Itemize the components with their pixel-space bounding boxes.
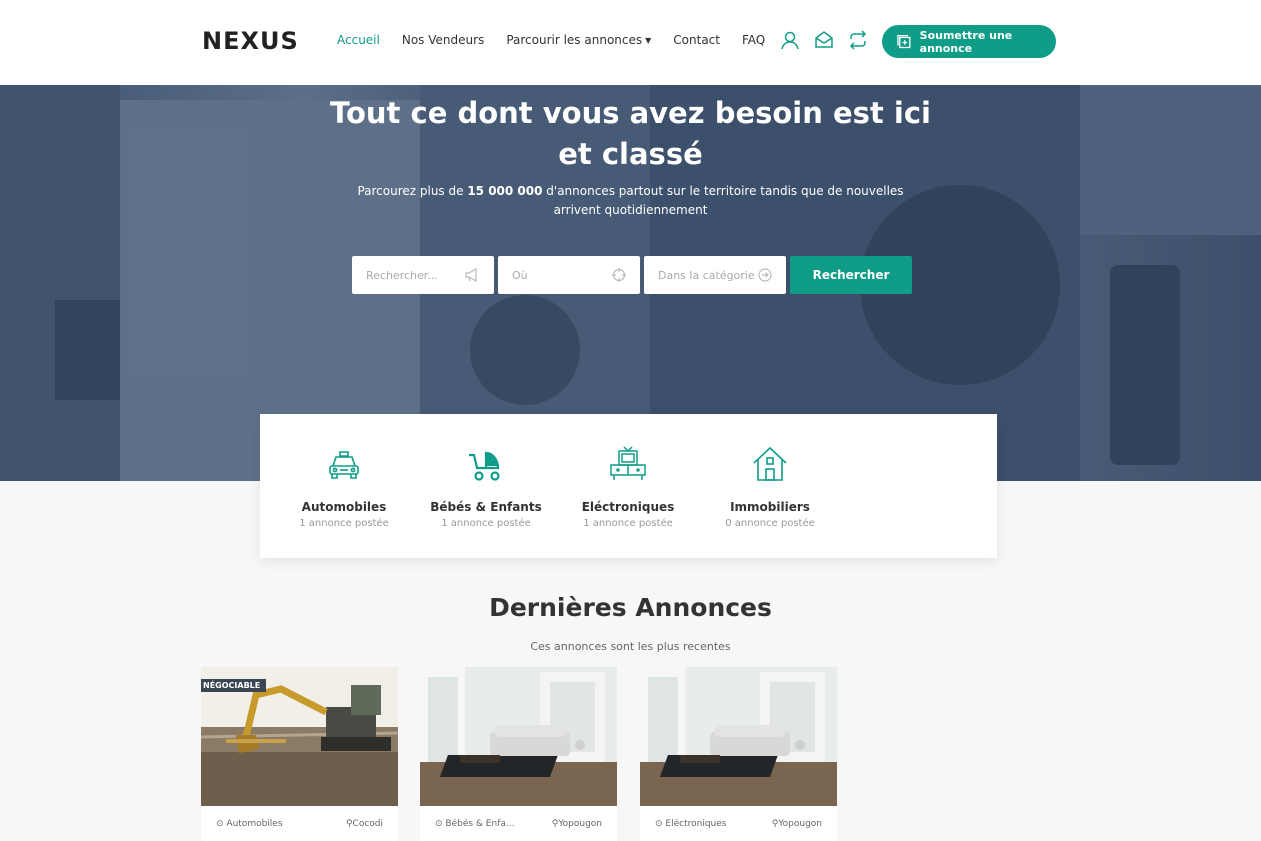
listing-location-label: Yopougon: [778, 819, 822, 829]
hero-subtitle-count: 15 000 000: [467, 184, 543, 198]
category-count: 1 annonce postée: [299, 518, 389, 529]
category-name: Immobiliers: [730, 500, 810, 514]
latest-subtitle: Ces annonces sont les plus recentes: [530, 640, 731, 653]
nav-item-parcourir[interactable]: Parcourir les annonces ▼: [506, 33, 651, 47]
location-placeholder: Où: [512, 268, 528, 282]
listing-category[interactable]: ⊙ Eléctroniques: [655, 819, 726, 829]
listing-category-label: Eléctroniques: [665, 819, 727, 829]
listing-location-label: Yopougon: [558, 819, 602, 829]
category-bebes-enfants[interactable]: Bébés & Enfants 1 annonce postée: [416, 444, 556, 529]
submit-listing-button[interactable]: Soumettre une annonce: [882, 25, 1056, 58]
arrow-circle-icon: ⊙: [655, 819, 663, 829]
listing-card[interactable]: ⊙ Bébés & Enfa... ⚲Yopougon: [420, 667, 617, 841]
header-icons: [780, 30, 868, 50]
listing-location: ⚲Yopougon: [772, 819, 822, 829]
exchange-icon[interactable]: [848, 30, 868, 50]
user-icon[interactable]: [780, 30, 800, 50]
category-name: Bébés & Enfants: [430, 500, 542, 514]
category-panel: Automobiles 1 annonce postée Bébés & Enf…: [260, 414, 997, 558]
stroller-icon: [469, 451, 500, 481]
listing-image-living-room[interactable]: [420, 667, 617, 806]
listing-category[interactable]: ⊙ Automobiles: [216, 819, 283, 829]
listing-card[interactable]: NÉGOCIABLE ⊙ Automobiles ⚲Cocodi: [201, 667, 398, 841]
listing-category-label: Bébés & Enfa...: [445, 819, 515, 829]
submit-listing-label: Soumettre une annonce: [919, 28, 1013, 55]
nav-item-accueil[interactable]: Accueil: [337, 33, 380, 47]
category-immobiliers[interactable]: Immobiliers 0 annonce postée: [700, 444, 840, 529]
car-icon: [329, 451, 359, 479]
nav-item-vendeurs[interactable]: Nos Vendeurs: [402, 33, 484, 47]
arrow-circle-icon: [758, 268, 772, 282]
megaphone-icon: [465, 268, 477, 282]
category-name: Automobiles: [301, 500, 387, 514]
main-nav: Accueil Nos Vendeurs Parcourir les annon…: [337, 33, 765, 47]
listing-meta: ⊙ Eléctroniques ⚲Yopougon: [640, 806, 837, 829]
hero-subtitle-suffix: d'annonces partout sur le territoire tan…: [542, 184, 904, 217]
header: NEXUS Accueil Nos Vendeurs Parcourir les…: [0, 0, 1261, 85]
keyword-placeholder: Rechercher...: [366, 268, 438, 282]
arrow-circle-icon: ⊙: [216, 819, 224, 829]
category-automobiles[interactable]: Automobiles 1 annonce postée: [274, 444, 414, 529]
nav-item-faq[interactable]: FAQ: [742, 33, 765, 47]
nav-item-contact[interactable]: Contact: [673, 33, 720, 47]
hero-title: Tout ce dont vous avez besoin est ici et …: [0, 93, 1261, 175]
latest-title: Dernières Annonces: [489, 593, 772, 622]
hero-title-line2: et classé: [558, 137, 703, 171]
listing-image-excavator[interactable]: NÉGOCIABLE: [201, 667, 398, 806]
category-count: 1 annonce postée: [583, 518, 673, 529]
hero-subtitle-prefix: Parcourez plus de: [357, 184, 468, 198]
logo[interactable]: NEXUS: [202, 27, 299, 55]
negotiable-badge: NÉGOCIABLE: [201, 679, 267, 692]
nav-item-parcourir-label: Parcourir les annonces: [506, 33, 643, 47]
listing-location-label: Cocodi: [352, 819, 383, 829]
arrow-circle-icon: ⊙: [435, 819, 443, 829]
mail-icon[interactable]: [814, 30, 834, 50]
search-button[interactable]: Rechercher: [790, 256, 912, 294]
location-search-input[interactable]: Où: [498, 256, 640, 294]
pin-icon: ⚲: [345, 819, 353, 829]
target-icon: [612, 268, 626, 282]
hero-subtitle: Parcourez plus de 15 000 000 d'annonces …: [350, 182, 911, 220]
category-count: 1 annonce postée: [441, 518, 531, 529]
listing-image-living-room[interactable]: [640, 667, 837, 806]
category-search-select[interactable]: Dans la catégorie: [644, 256, 786, 294]
keyword-search-input[interactable]: Rechercher...: [352, 256, 494, 294]
listing-card[interactable]: ⊙ Eléctroniques ⚲Yopougon: [640, 667, 837, 841]
listing-meta: ⊙ Automobiles ⚲Cocodi: [201, 806, 398, 829]
category-name: Eléctroniques: [581, 500, 675, 514]
listing-category[interactable]: ⊙ Bébés & Enfa...: [435, 819, 514, 829]
hero-title-line1: Tout ce dont vous avez besoin est ici: [330, 96, 931, 130]
category-placeholder: Dans la catégorie: [658, 268, 755, 282]
listing-location: ⚲Cocodi: [346, 819, 383, 829]
tv-icon: [610, 446, 646, 480]
listing-meta: ⊙ Bébés & Enfa... ⚲Yopougon: [420, 806, 617, 829]
add-listing-icon: [897, 34, 911, 48]
category-electroniques[interactable]: Eléctroniques 1 annonce postée: [558, 444, 698, 529]
search-bar: Rechercher... Où Dans la catégorie Reche…: [352, 256, 912, 294]
house-icon: [753, 446, 787, 481]
chevron-down-icon: ▼: [645, 36, 652, 45]
listing-category-label: Automobiles: [226, 819, 283, 829]
listing-location: ⚲Yopougon: [552, 819, 602, 829]
category-count: 0 annonce postée: [725, 518, 815, 529]
